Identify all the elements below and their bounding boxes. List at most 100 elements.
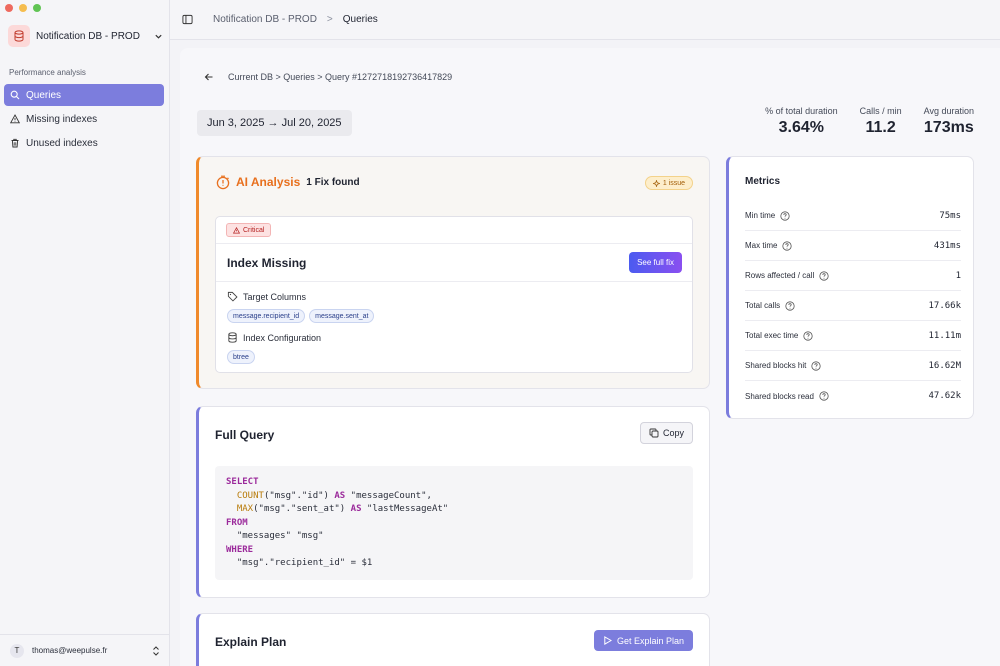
sidebar-item-queries[interactable]: Queries <box>4 84 164 106</box>
full-query-card: Full Query Copy SELECT COUNT("msg"."id")… <box>196 406 710 598</box>
copy-icon <box>649 428 659 438</box>
database-icon <box>228 332 237 343</box>
warning-icon <box>233 226 240 234</box>
metric-value: 431ms <box>933 240 961 251</box>
metrics-card: Metrics Min time 75ms Max time 431ms Rows af… <box>726 156 974 419</box>
user-menu[interactable]: T thomas@weepulse.fr <box>0 634 170 666</box>
back-arrow-icon[interactable] <box>204 72 214 82</box>
sidebar-item-missing-indexes[interactable]: Missing indexes <box>4 108 164 130</box>
search-icon <box>10 90 20 100</box>
full-query-title: Full Query <box>215 428 275 442</box>
summary-stats: % of total duration 3.64% Calls / min 11… <box>765 106 974 137</box>
get-explain-plan-button[interactable]: Get Explain Plan <box>593 630 693 651</box>
ai-analysis-title: AI Analysis <box>236 175 301 189</box>
index-config-label: Index Configuration <box>243 332 322 343</box>
metric-label: Total exec time <box>745 331 799 340</box>
tag-icon <box>227 291 238 302</box>
index-type-chip: btree <box>227 350 255 364</box>
code-token: SELECT <box>226 477 259 487</box>
explain-plan-title: Explain Plan <box>215 635 287 649</box>
issue-title: Index Missing <box>227 256 307 270</box>
help-icon[interactable] <box>782 240 793 251</box>
database-icon <box>8 25 30 47</box>
breadcrumb-current: Queries <box>342 14 378 25</box>
maximize-window-button[interactable] <box>33 4 41 12</box>
see-full-fix-button[interactable]: See full fix <box>629 252 682 273</box>
code-token: ("msg"."sent_at") <box>253 504 351 514</box>
copy-button[interactable]: Copy <box>639 422 693 444</box>
divider <box>216 281 692 282</box>
target-columns-heading: Target Columns <box>227 291 306 302</box>
stat-label: Avg duration <box>923 106 974 116</box>
ai-timer-icon <box>216 175 230 190</box>
stat-label: % of total duration <box>765 106 838 116</box>
help-icon[interactable] <box>780 210 790 221</box>
metric-label: Total calls <box>745 301 781 310</box>
metric-row: Total exec time 11.11m <box>745 321 961 351</box>
code-line: MAX("msg"."sent_at") AS "lastMessageAt" <box>226 503 682 517</box>
breadcrumb-separator: > <box>326 14 333 25</box>
column-chip: message.sent_at <box>309 309 375 323</box>
metric-label: Shared blocks read <box>745 391 814 401</box>
metrics-title: Metrics <box>745 176 781 187</box>
get-explain-plan-label: Get Explain Plan <box>616 635 684 646</box>
help-icon[interactable] <box>785 300 795 311</box>
breadcrumb: Current DB > Queries > Query #1272718192… <box>228 72 453 82</box>
code-line: COUNT("msg"."id") AS "messageCount", <box>226 490 682 504</box>
code-line: FROM <box>226 517 682 531</box>
sidebar-item-unused-indexes[interactable]: Unused indexes <box>4 132 164 154</box>
database-switcher[interactable]: Notification DB - PROD <box>8 24 164 48</box>
code-token: COUNT <box>236 490 264 501</box>
chevron-up-down-icon <box>153 645 159 656</box>
metric-label: Min time <box>745 211 776 220</box>
sidebar-toggle-icon[interactable] <box>182 14 193 25</box>
database-name: Notification DB - PROD <box>36 30 140 42</box>
code-line: "messages" "msg" <box>226 530 682 544</box>
issue-count-badge: 1 issue <box>644 176 693 190</box>
code-line: SELECT <box>226 476 682 490</box>
minimize-window-button[interactable] <box>19 4 27 12</box>
metric-value: 16.62M <box>928 360 961 371</box>
date-range-picker[interactable]: Jun 3, 2025 → Jul 20, 2025 <box>197 110 352 136</box>
help-icon[interactable] <box>819 270 829 281</box>
stat-calls-per-min: Calls / min 11.2 <box>860 106 902 137</box>
help-icon[interactable] <box>803 330 813 341</box>
stat-value: 11.2 <box>865 119 896 136</box>
copy-label: Copy <box>662 428 684 438</box>
help-icon[interactable] <box>819 391 829 401</box>
sidebar: Notification DB - PROD Performance analy… <box>0 0 170 666</box>
severity-label: Critical <box>243 226 265 234</box>
fix-count: 1 Fix found <box>306 176 360 188</box>
code-token: ("msg"."id") <box>263 490 335 501</box>
code-token: "msg"."recipient_id" = $1 <box>226 558 373 568</box>
metric-value: 75ms <box>939 210 961 221</box>
target-columns-label: Target Columns <box>243 291 307 302</box>
sidebar-nav: Queries Missing indexes Unused indexes <box>4 84 164 156</box>
ai-analysis-header: AI Analysis 1 Fix found <box>215 174 360 190</box>
code-token: WHERE <box>226 544 254 555</box>
issue-box: Critical Index Missing See full fix Targ… <box>215 216 693 373</box>
help-icon[interactable] <box>811 360 821 371</box>
breadcrumb-db[interactable]: Notification DB - PROD <box>213 14 317 25</box>
sidebar-item-label: Missing indexes <box>26 113 98 125</box>
metric-row: Shared blocks read 47.62k <box>745 381 961 411</box>
main-content: Current DB > Queries > Query #1272718192… <box>180 48 1000 666</box>
metric-row: Shared blocks hit 16.62M <box>745 351 961 381</box>
metric-row: Rows affected / call 1 <box>745 261 961 291</box>
code-line: "msg"."recipient_id" = $1 <box>226 557 682 571</box>
target-columns-list: message.recipient_id message.sent_at <box>227 309 375 323</box>
metric-value: 1 <box>955 270 961 281</box>
index-config-list: btree <box>227 350 255 364</box>
metric-value: 11.11m <box>928 330 961 341</box>
code-token: "messageCount", <box>345 490 432 501</box>
sparkle-icon <box>652 179 660 187</box>
metric-row: Min time 75ms <box>745 201 961 231</box>
sql-code-block: SELECT COUNT("msg"."id") AS "messageCoun… <box>215 466 693 580</box>
close-window-button[interactable] <box>5 4 13 12</box>
play-icon <box>604 636 612 645</box>
issue-count-label: 1 issue <box>662 179 685 187</box>
metric-label: Max time <box>745 241 778 250</box>
explain-plan-card: Explain Plan Get Explain Plan <box>196 613 710 666</box>
